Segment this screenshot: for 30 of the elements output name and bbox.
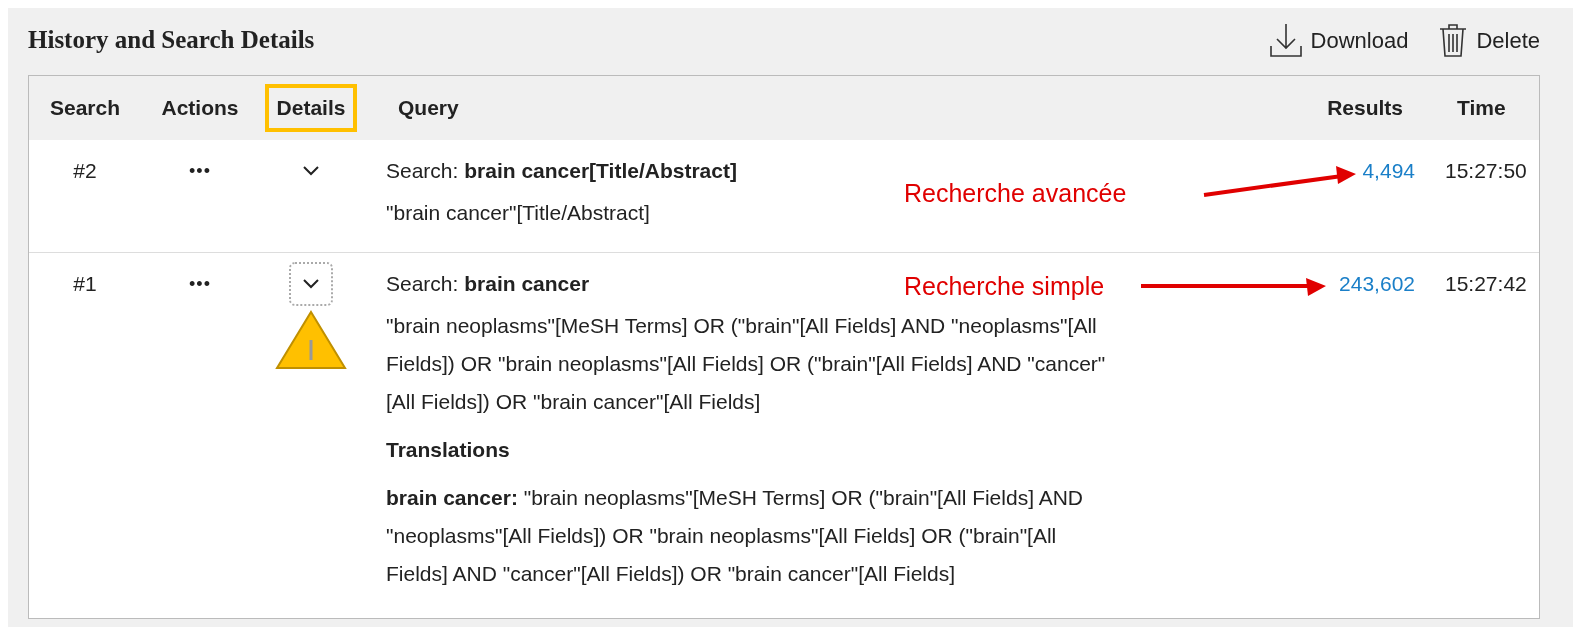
results-link[interactable]: 243,602: [1339, 272, 1415, 295]
column-header: Details: [264, 84, 358, 132]
section-title: History and Search Details: [28, 25, 315, 56]
actions-menu-button[interactable]: •••: [189, 265, 211, 303]
expand-details-button[interactable]: [289, 262, 333, 306]
download-icon: [1268, 22, 1303, 58]
search-number: #1: [73, 271, 97, 297]
search-line: Search: brain cancer: [386, 271, 590, 297]
column-header: Actions: [160, 95, 240, 122]
trash-icon: [1438, 22, 1469, 58]
actions-menu-button[interactable]: •••: [189, 152, 211, 190]
chevron-down-icon: [303, 166, 319, 176]
translation-text: brain cancer: "brain neoplasms"[MeSH Terms] OR ("brain"[All Fields] AND "neoplasms"[All Fields]) OR "brain neoplasms"[All Fields] OR ("brain"[All Fields] AND "cancer"[All Fields]) OR "brain cancer"[All Fields]: [386, 485, 1084, 587]
column-header: Query: [397, 95, 460, 122]
search-number: #2: [73, 158, 97, 184]
translations-heading: Translations: [386, 437, 511, 463]
search-line: Search: brain cancer[Title/Abstract]: [386, 158, 737, 184]
delete-button[interactable]: Delete: [1438, 22, 1540, 58]
query-text: "brain neoplasms"[MeSH Terms] OR ("brain"[All Fields] AND "neoplasms"[All Fields]) OR "brain neoplasms"[All Fields] OR ("brain"[All Fields] AND "cancer"[All Fields]) OR "brain cancer"[All Fields]: [386, 313, 1107, 415]
column-header: Results: [1326, 95, 1404, 122]
search-time: 15:27:50: [1445, 159, 1527, 182]
search-time: 15:27:42: [1445, 272, 1527, 295]
query-text: "brain cancer"[Title/Abstract]: [386, 200, 651, 226]
download-button[interactable]: Download: [1268, 22, 1409, 58]
chevron-down-icon: [303, 279, 319, 289]
column-header: Search: [48, 95, 121, 122]
annotation-label: Recherche simple: [904, 271, 1105, 302]
annotation-label: Recherche avancée: [904, 178, 1127, 209]
column-header: Time: [1456, 95, 1507, 122]
results-link[interactable]: 4,494: [1362, 159, 1415, 182]
